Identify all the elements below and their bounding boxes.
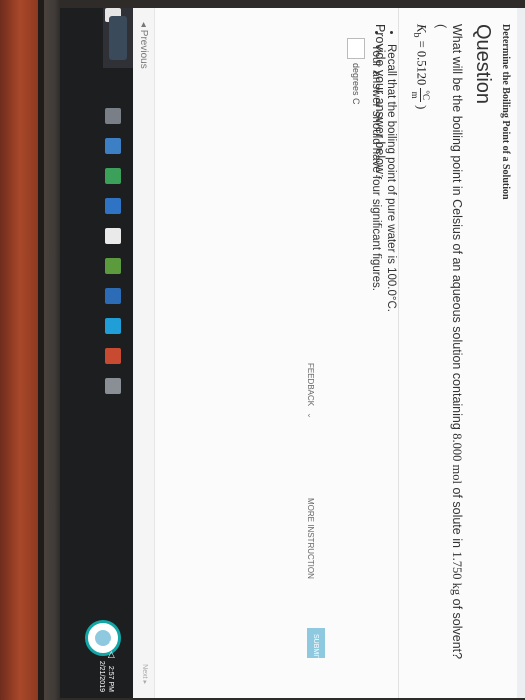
store-icon[interactable] [105,168,121,184]
screen: Determine the Boiling Point of a Solutio… [60,8,525,698]
app-icon[interactable] [105,258,121,274]
kb-unit-denominator: m [410,91,420,99]
moles-value: 8.000 mol [450,433,464,484]
submit-button[interactable]: SUBMIT [307,628,325,660]
kb-unit-fraction: °C m [410,88,431,102]
answer-input[interactable] [347,38,365,59]
clock-time: 2:57 PM [107,665,114,692]
divider [398,8,399,698]
amazon-icon[interactable] [105,228,121,244]
taskbar: ⌃ ▭ ◁ 2:57 PM 2/21/2019 [60,8,133,698]
mass-value: 1.750 kg [450,551,464,596]
kb-value: = 0.5120 [414,37,429,89]
kb-close-paren: ) [414,105,429,110]
settings-gear-icon[interactable] [105,378,121,394]
top-strip [517,8,525,698]
answer-prompt: Provide your answer below: [373,24,387,178]
feedback-toggle[interactable]: FEEDBACK ⌄ [306,363,315,419]
chevron-down-icon: ⌄ [306,412,315,419]
answer-row: degrees C [347,38,365,105]
taskbar-clock[interactable]: 2:57 PM 2/21/2019 [97,661,115,692]
question-heading: Question [472,24,494,105]
laptop-hinge [38,0,44,700]
search-box [109,16,127,60]
more-instruction-button[interactable]: MORE INSTRUCTION [306,498,315,579]
question-text-part1: What will be the boiling point in Celsiu… [450,24,464,434]
powerpoint-icon[interactable] [105,348,121,364]
previous-link[interactable]: ◂ Previous [138,22,149,69]
dropbox-icon[interactable] [105,198,121,214]
kb-unit-numerator: °C [420,88,431,102]
question-text: What will be the boiling point in Celsiu… [433,24,465,664]
mail-icon[interactable] [105,288,121,304]
question-text-part2: of solute in [450,484,464,552]
edge-icon[interactable] [105,138,121,154]
task-view-icon[interactable] [105,108,121,124]
next-link[interactable]: Next ▸ [141,664,149,684]
answer-unit: degrees C [351,63,361,105]
clock-date: 2/21/2019 [98,660,105,692]
system-tray[interactable]: ⌃ ▭ ◁ [106,630,117,658]
feedback-label: FEEDBACK [306,363,315,407]
breadcrumb: Determine the Boiling Point of a Solutio… [500,24,511,200]
navigation-bar: ◂ Previous Next ▸ [132,8,155,698]
question-panel: Determine the Boiling Point of a Solutio… [368,24,511,664]
browser-icon[interactable] [105,318,121,334]
kb-constant: Kb = 0.5120 °C m ) [410,24,431,664]
